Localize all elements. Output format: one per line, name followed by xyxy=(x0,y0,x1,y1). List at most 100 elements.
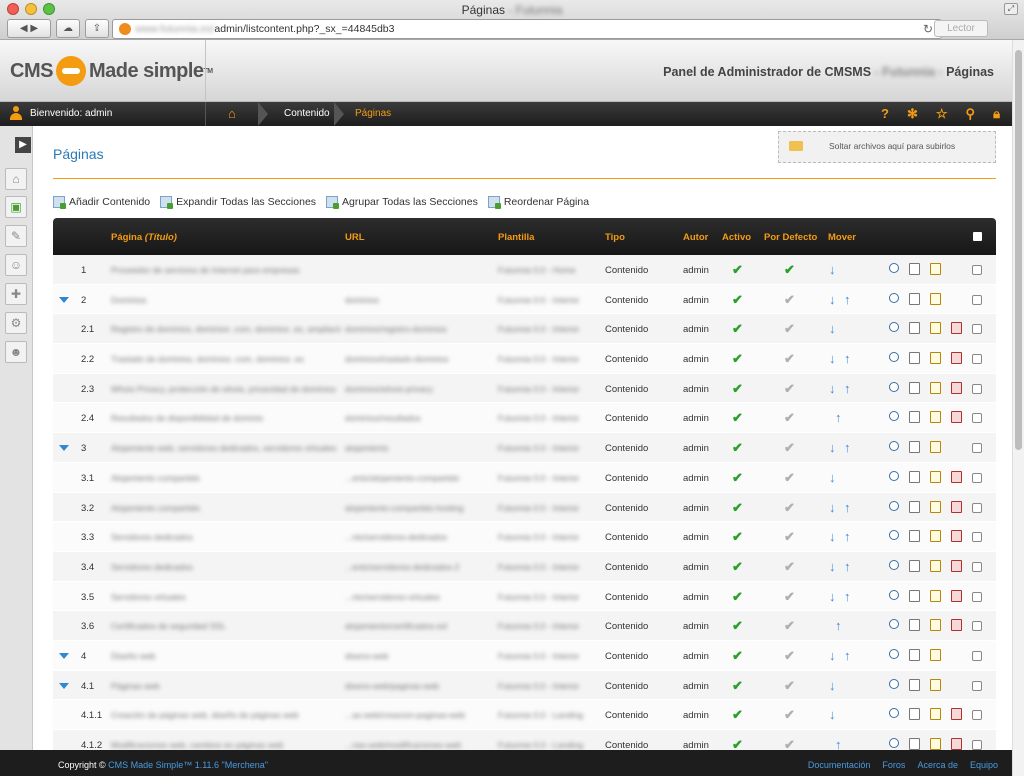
address-url[interactable]: www.futunnia.es/admin/listcontent.php?_s… xyxy=(135,23,395,35)
copy-icon[interactable] xyxy=(909,292,920,305)
footer-link-team[interactable]: Equipo xyxy=(970,760,998,770)
scrollbar-thumb[interactable] xyxy=(1015,50,1022,450)
default-check-icon[interactable]: ✔ xyxy=(784,410,795,426)
collapse-all-link[interactable]: Agrupar Todas las Secciones xyxy=(326,196,478,209)
breadcrumb-contenido[interactable]: Contenido xyxy=(284,108,330,119)
row-select-checkbox[interactable] xyxy=(972,413,982,424)
edit-icon[interactable] xyxy=(930,441,941,454)
my-preferences-icon[interactable]: ☻ xyxy=(5,341,27,363)
search-icon[interactable]: ⚲ xyxy=(966,106,976,122)
view-icon[interactable] xyxy=(889,381,899,392)
default-check-icon[interactable]: ✔ xyxy=(784,648,795,664)
move-down-icon[interactable]: ↓ xyxy=(829,648,836,663)
row-title-link[interactable]: Creación de páginas web, diseño de págin… xyxy=(111,710,299,720)
move-up-icon[interactable]: ↑ xyxy=(844,351,851,366)
row-title-link[interactable]: Diseño web xyxy=(111,651,155,661)
copy-icon[interactable] xyxy=(909,648,920,661)
copy-icon[interactable] xyxy=(909,470,920,483)
select-all-checkbox[interactable] xyxy=(973,232,982,241)
move-down-icon[interactable]: ↓ xyxy=(829,351,836,366)
move-up-icon[interactable]: ↑ xyxy=(844,529,851,544)
view-icon[interactable] xyxy=(889,263,899,273)
view-icon[interactable] xyxy=(889,559,899,570)
reload-icon[interactable]: ↻ xyxy=(923,22,933,36)
delete-icon[interactable] xyxy=(951,619,962,632)
copy-icon[interactable] xyxy=(909,352,920,365)
sidebar-toggle-icon[interactable]: ▶ xyxy=(15,137,31,153)
row-title-link[interactable]: Registro de dominios, dominios .com, dom… xyxy=(111,324,341,334)
row-title-link[interactable]: Modificaciones web, cambios en páginas w… xyxy=(111,740,283,750)
row-select-checkbox[interactable] xyxy=(972,650,982,661)
view-icon[interactable] xyxy=(889,648,899,659)
row-select-checkbox[interactable] xyxy=(972,354,982,365)
copy-icon[interactable] xyxy=(909,589,920,602)
move-up-icon[interactable]: ↑ xyxy=(844,648,851,663)
active-check-icon[interactable]: ✔ xyxy=(732,351,743,367)
move-down-icon[interactable]: ↓ xyxy=(829,321,836,336)
row-title-link[interactable]: Servidores dedicados xyxy=(111,532,193,542)
row-template[interactable]: Futunnia 0.0 - Home xyxy=(498,265,575,275)
delete-icon[interactable] xyxy=(951,708,962,721)
active-check-icon[interactable]: ✔ xyxy=(732,529,743,545)
view-icon[interactable] xyxy=(889,500,899,511)
row-select-checkbox[interactable] xyxy=(972,561,982,572)
col-default[interactable]: Por Defecto xyxy=(764,232,817,243)
fullscreen-icon[interactable]: ⤢ xyxy=(1004,3,1018,15)
table-row[interactable]: 2 Dominios dominios Futunnia 0.0 - Interior… xyxy=(53,284,996,315)
edit-icon[interactable] xyxy=(930,589,941,602)
default-check-icon[interactable]: ✔ xyxy=(784,707,795,723)
edit-icon[interactable] xyxy=(930,500,941,513)
row-title-link[interactable]: Servidores dedicados xyxy=(111,562,193,572)
move-down-icon[interactable]: ↓ xyxy=(829,529,836,544)
row-template[interactable]: Futunnia 0.0 - Landing xyxy=(498,740,583,750)
row-select-checkbox[interactable] xyxy=(972,472,982,483)
footer-link-forums[interactable]: Foros xyxy=(882,760,905,770)
row-title-link[interactable]: Whois Privacy, protección de whois, priv… xyxy=(111,384,336,394)
row-template[interactable]: Futunnia 0.0 - Interior xyxy=(498,473,579,483)
move-up-icon[interactable]: ↑ xyxy=(844,589,851,604)
delete-icon[interactable] xyxy=(951,500,962,513)
star-icon[interactable]: ☆ xyxy=(936,106,948,122)
move-down-icon[interactable]: ↓ xyxy=(829,559,836,574)
delete-icon[interactable] xyxy=(951,589,962,602)
collapse-arrow-icon[interactable] xyxy=(59,296,69,303)
edit-icon[interactable] xyxy=(930,411,941,424)
share-icon[interactable]: ⇪ xyxy=(85,19,109,38)
row-title-link[interactable]: Traslado de dominios, dominios .com, dom… xyxy=(111,354,304,364)
default-check-icon[interactable]: ✔ xyxy=(784,559,795,575)
collapse-arrow-icon[interactable] xyxy=(59,652,69,659)
col-active[interactable]: Activo xyxy=(722,232,751,243)
edit-icon[interactable] xyxy=(930,738,941,750)
copy-icon[interactable] xyxy=(909,322,920,335)
active-check-icon[interactable]: ✔ xyxy=(732,678,743,694)
col-template[interactable]: Plantilla xyxy=(498,232,534,243)
row-template[interactable]: Futunnia 0.0 - Interior xyxy=(498,562,579,572)
row-select-checkbox[interactable] xyxy=(972,324,982,335)
copy-icon[interactable] xyxy=(909,441,920,454)
gear-icon[interactable]: ✻ xyxy=(907,106,918,122)
copy-icon[interactable] xyxy=(909,530,920,543)
lock-icon[interactable]: 🔒︎ xyxy=(993,106,1000,122)
row-template[interactable]: Futunnia 0.0 - Landing xyxy=(498,710,583,720)
file-dropzone[interactable]: Soltar archivos aquí para subirlos xyxy=(778,131,996,163)
content-icon[interactable]: ▣ xyxy=(5,196,27,218)
home-icon[interactable]: ⌂ xyxy=(5,168,27,190)
active-check-icon[interactable]: ✔ xyxy=(732,410,743,426)
move-down-icon[interactable]: ↓ xyxy=(829,707,836,722)
delete-icon[interactable] xyxy=(951,381,962,394)
move-up-icon[interactable]: ↑ xyxy=(844,440,851,455)
edit-icon[interactable] xyxy=(930,381,941,394)
col-type[interactable]: Tipo xyxy=(605,232,625,243)
copy-icon[interactable] xyxy=(909,411,920,424)
delete-icon[interactable] xyxy=(951,738,962,750)
row-title-link[interactable]: Alojamiento web, servidores dedicados, s… xyxy=(111,443,336,453)
delete-icon[interactable] xyxy=(951,352,962,365)
table-row[interactable]: 3.3 Servidores dedicados ...nto/servidores… xyxy=(53,522,996,552)
collapse-arrow-icon[interactable] xyxy=(59,445,69,452)
table-row[interactable]: 4.1.1 Creación de páginas web, diseño de … xyxy=(53,700,996,730)
row-select-checkbox[interactable] xyxy=(972,443,982,454)
row-select-checkbox[interactable] xyxy=(972,740,982,750)
row-title-link[interactable]: Servidores virtuales xyxy=(111,592,186,602)
row-template[interactable]: Futunnia 0.0 - Interior xyxy=(498,324,579,334)
help-icon[interactable]: ? xyxy=(881,106,889,122)
